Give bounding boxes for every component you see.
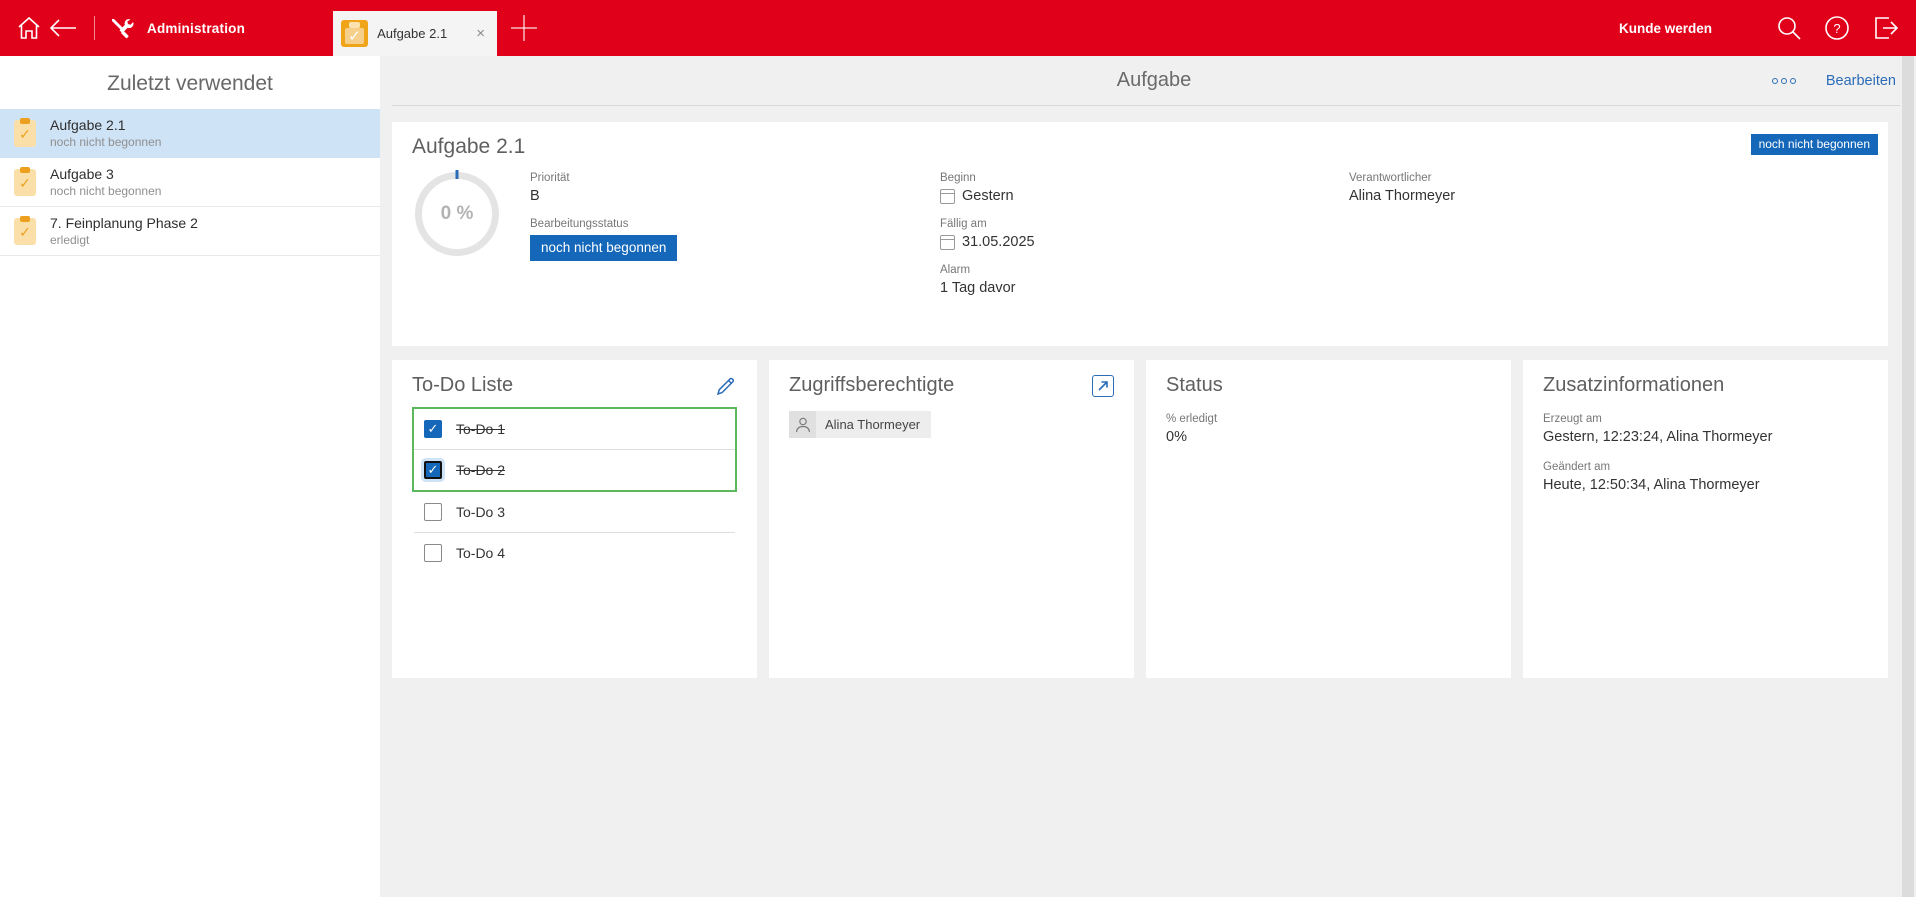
- task-title: Aufgabe 2.1: [412, 135, 1868, 159]
- home-button[interactable]: [12, 11, 46, 45]
- topbar-right: Kunde werden ?: [1619, 0, 1916, 56]
- search-icon: [1775, 14, 1803, 42]
- scrollbar-thumb[interactable]: [1902, 56, 1914, 897]
- percent-done-value: 0%: [1166, 429, 1491, 445]
- main-area: Aufgabe Bearbeiten Aufgabe 2.1 noch nich…: [380, 56, 1916, 897]
- admin-tools-icon: [110, 16, 134, 40]
- checkbox-checked-focused[interactable]: ✓: [424, 461, 442, 479]
- sidebar-item-title: Aufgabe 2.1: [50, 117, 161, 133]
- todo-completed-group-highlight: ✓ To-Do 1 ✓ To-Do 2: [412, 407, 737, 492]
- administration-label: Administration: [147, 21, 245, 36]
- member-chip[interactable]: Alina Thormeyer: [789, 411, 931, 438]
- task-clipboard-icon: ✓: [341, 20, 368, 47]
- status-card: Status % erledigt 0%: [1146, 360, 1511, 678]
- sidebar-item-aufgabe-2-1[interactable]: Aufgabe 2.1 noch nicht begonnen: [0, 109, 380, 158]
- external-link-icon: [1097, 380, 1109, 392]
- progress-tick: [456, 170, 459, 179]
- created-at-label: Erzeugt am: [1543, 413, 1868, 425]
- percent-done-label: % erledigt: [1166, 413, 1491, 425]
- info-card-title: Zusatzinformationen: [1543, 374, 1724, 396]
- calendar-icon[interactable]: [940, 189, 955, 204]
- search-button[interactable]: [1772, 11, 1806, 45]
- todo-label: To-Do 2: [456, 462, 505, 478]
- todo-item-4[interactable]: To-Do 4: [414, 533, 735, 573]
- overflow-menu-icon[interactable]: [1768, 74, 1800, 88]
- member-name: Alina Thormeyer: [816, 417, 931, 432]
- back-button[interactable]: [46, 11, 80, 45]
- sidebar-item-title: Aufgabe 3: [50, 166, 161, 182]
- help-button[interactable]: ?: [1820, 11, 1854, 45]
- task-summary-card: Aufgabe 2.1 noch nicht begonnen 0 % Prio…: [392, 122, 1888, 346]
- sidebar-item-aufgabe-3[interactable]: Aufgabe 3 noch nicht begonnen: [0, 158, 380, 207]
- sidebar-item-status: noch nicht begonnen: [50, 135, 161, 149]
- sidebar-item-feinplanung[interactable]: 7. Feinplanung Phase 2 erledigt: [0, 207, 380, 256]
- new-tab-button[interactable]: [507, 11, 541, 45]
- faellig-am-label: Fällig am: [940, 218, 1349, 230]
- svg-text:?: ?: [1833, 21, 1840, 36]
- sidebar-title: Zuletzt verwendet: [0, 56, 380, 109]
- page-header: Aufgabe Bearbeiten: [392, 56, 1916, 106]
- task-clipboard-icon: [14, 169, 36, 196]
- edit-pencil-icon[interactable]: [715, 375, 737, 397]
- tab-aufgabe-2-1[interactable]: ✓ Aufgabe 2.1 ×: [333, 11, 497, 56]
- tab-label: Aufgabe 2.1: [377, 26, 472, 41]
- additional-info-card: Zusatzinformationen Erzeugt am Gestern, …: [1523, 360, 1888, 678]
- recently-used-sidebar: Zuletzt verwendet Aufgabe 2.1 noch nicht…: [0, 56, 380, 897]
- todo-card-title: To-Do Liste: [412, 374, 513, 397]
- open-external-button[interactable]: [1092, 375, 1114, 397]
- help-icon: ?: [1823, 14, 1851, 42]
- access-rights-card: Zugriffsberechtigte Alina Thormeyer: [769, 360, 1134, 678]
- modified-at-label: Geändert am: [1543, 461, 1868, 473]
- created-at-value: Gestern, 12:23:24, Alina Thormeyer: [1543, 429, 1868, 445]
- prioritaet-label: Priorität: [530, 172, 940, 184]
- sidebar-item-title: 7. Feinplanung Phase 2: [50, 215, 198, 231]
- todo-label: To-Do 3: [456, 504, 505, 520]
- tab-close-icon[interactable]: ×: [472, 23, 489, 44]
- topbar-left: Administration: [0, 0, 245, 56]
- checkbox-unchecked[interactable]: [424, 503, 442, 521]
- edit-link[interactable]: Bearbeiten: [1826, 73, 1896, 89]
- todo-label: To-Do 1: [456, 421, 505, 437]
- back-arrow-icon: [48, 16, 78, 40]
- alarm-label: Alarm: [940, 264, 1349, 276]
- verantwortlicher-label: Verantwortlicher: [1349, 172, 1868, 184]
- checkbox-unchecked[interactable]: [424, 544, 442, 562]
- beginn-label: Beginn: [940, 172, 1349, 184]
- status-badge: noch nicht begonnen: [1751, 134, 1878, 155]
- faellig-am-value: 31.05.2025: [962, 234, 1035, 250]
- progress-value: 0 %: [441, 203, 474, 225]
- home-icon: [15, 14, 43, 42]
- alarm-value: 1 Tag davor: [940, 280, 1349, 296]
- bearbeitungsstatus-badge: noch nicht begonnen: [530, 235, 677, 261]
- person-icon: [794, 416, 812, 434]
- top-bar: Administration ✓ Aufgabe 2.1 × Kunde wer…: [0, 0, 1916, 56]
- status-card-title: Status: [1166, 374, 1223, 396]
- todo-item-3[interactable]: To-Do 3: [414, 492, 735, 533]
- checkbox-checked[interactable]: ✓: [424, 420, 442, 438]
- verantwortlicher-value: Alina Thormeyer: [1349, 188, 1868, 204]
- logout-button[interactable]: [1868, 11, 1902, 45]
- task-clipboard-icon: [14, 120, 36, 147]
- topbar-divider: [94, 16, 95, 40]
- todo-label: To-Do 4: [456, 545, 505, 561]
- todo-item-1[interactable]: ✓ To-Do 1: [414, 409, 735, 449]
- progress-ring: 0 %: [415, 172, 499, 256]
- logout-icon: [1871, 14, 1899, 42]
- administration-button[interactable]: [105, 11, 139, 45]
- page-title: Aufgabe: [392, 69, 1916, 92]
- beginn-value: Gestern: [962, 188, 1014, 204]
- modified-at-value: Heute, 12:50:34, Alina Thormeyer: [1543, 477, 1868, 493]
- todo-item-2[interactable]: ✓ To-Do 2: [414, 449, 735, 490]
- prioritaet-value: B: [530, 188, 940, 204]
- task-clipboard-icon: [14, 218, 36, 245]
- kunde-werden-link[interactable]: Kunde werden: [1619, 21, 1712, 36]
- todo-list-card: To-Do Liste ✓ To-Do 1 ✓ To-Do 2: [392, 360, 757, 678]
- vertical-scrollbar[interactable]: [1900, 56, 1916, 897]
- sidebar-item-status: erledigt: [50, 233, 198, 247]
- access-card-title: Zugriffsberechtigte: [789, 374, 954, 397]
- calendar-icon[interactable]: [940, 235, 955, 250]
- bearbeitungsstatus-label: Bearbeitungsstatus: [530, 218, 940, 230]
- sidebar-item-status: noch nicht begonnen: [50, 184, 161, 198]
